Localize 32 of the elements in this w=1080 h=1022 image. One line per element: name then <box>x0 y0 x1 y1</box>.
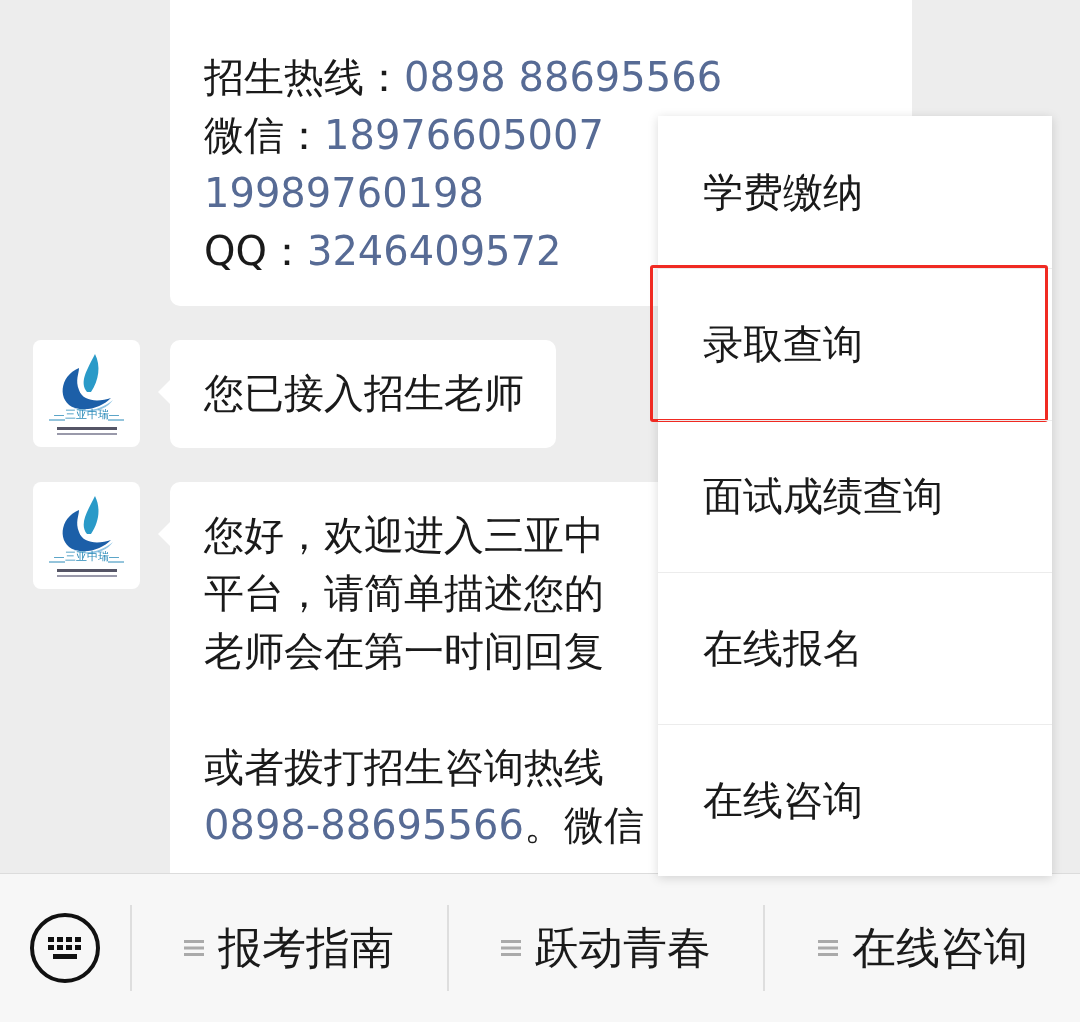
message-text: QQ： <box>204 228 307 274</box>
logo-icon <box>33 482 140 589</box>
menu-icon <box>817 939 838 957</box>
phone-link[interactable]: 0898 88695566 <box>404 54 723 100</box>
message-text: 。微信 <box>523 802 644 848</box>
menu-item[interactable]: 在线报名 <box>703 621 863 676</box>
menu-tab[interactable]: 在线咨询 <box>763 905 1080 991</box>
logo-text: —三亚中瑞— <box>52 551 121 563</box>
avatar[interactable]: —三亚中瑞— <box>33 340 140 447</box>
menu-icon <box>184 939 205 957</box>
menu-tab[interactable]: 报考指南 <box>130 905 447 991</box>
menu-item[interactable]: 面试成绩查询 <box>703 469 943 524</box>
message-text: 老师会在第一时间回复 <box>204 628 604 674</box>
menu-item[interactable]: 学费缴纳 <box>703 164 863 220</box>
avatar[interactable]: —三亚中瑞— <box>33 482 140 589</box>
message-text: 或者拨打招生咨询热线 <box>204 744 604 790</box>
message-text: 微信： <box>204 112 324 158</box>
menu-tab[interactable]: 跃动青春 <box>446 905 764 991</box>
menu-item[interactable]: 在线咨询 <box>703 773 863 828</box>
logo-text: —三亚中瑞— <box>52 409 121 421</box>
phone-link[interactable]: 19989760198 <box>204 170 484 216</box>
message-text: 您已接入招生老师 <box>204 370 524 416</box>
message-text: 您好，欢迎进入三亚中 <box>204 512 604 558</box>
message-text: 招生热线： <box>204 54 404 100</box>
phone-link[interactable]: 3246409572 <box>306 228 562 274</box>
phone-link[interactable]: 0898-88695566 <box>204 802 524 848</box>
logo-icon <box>33 340 140 447</box>
menu-icon <box>501 939 521 957</box>
keyboard-icon[interactable] <box>29 912 101 984</box>
menu-item[interactable]: 录取查询 <box>703 317 863 372</box>
message-text: 平台，请简单描述您的 <box>204 570 604 616</box>
phone-link[interactable]: 18976605007 <box>324 112 604 158</box>
